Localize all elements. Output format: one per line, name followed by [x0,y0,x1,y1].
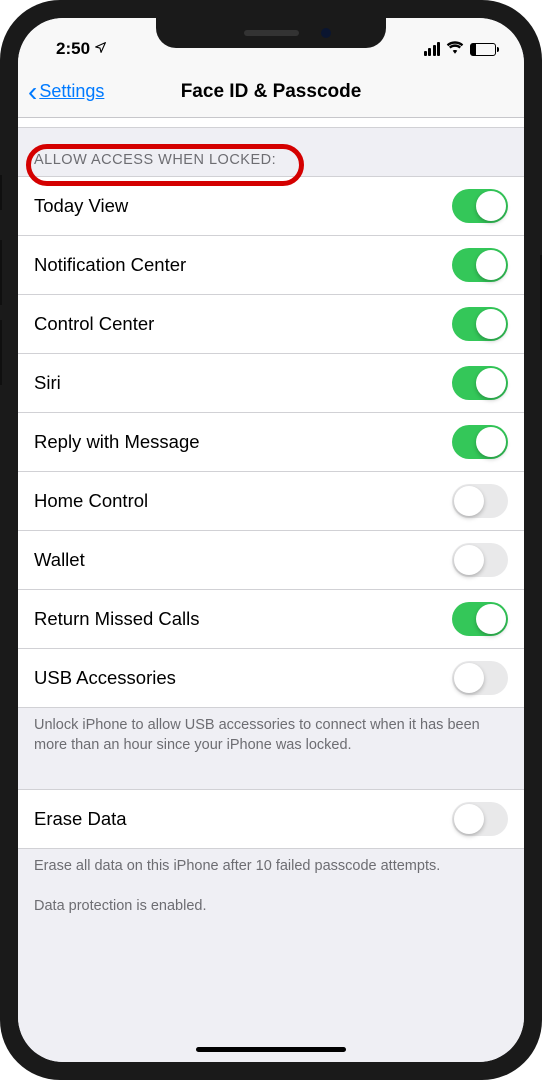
row-home-control: Home Control [18,471,524,530]
notch [156,18,386,48]
row-notification-center: Notification Center [18,235,524,294]
switch-return-missed-calls[interactable] [452,602,508,636]
content-scroll[interactable]: ALLOW ACCESS WHEN LOCKED: Today View Noti… [18,118,524,1062]
section-header-label: ALLOW ACCESS WHEN LOCKED: [34,152,276,168]
row-label: Erase Data [34,808,127,830]
cellular-signal-icon [424,42,441,56]
row-label: Wallet [34,549,85,571]
volume-down-button [0,320,2,385]
section-footer-data-protection: Data protection is enabled. [18,893,524,933]
row-label: Reply with Message [34,431,200,453]
status-time: 2:50 [56,39,90,59]
location-icon [94,41,107,57]
device-frame: 2:50 ‹ Settings Face ID & Passcode [0,0,542,1080]
navigation-bar: ‹ Settings Face ID & Passcode [18,66,524,118]
switch-control-center[interactable] [452,307,508,341]
row-label: Today View [34,195,128,217]
switch-home-control[interactable] [452,484,508,518]
row-control-center: Control Center [18,294,524,353]
row-siri: Siri [18,353,524,412]
back-button[interactable]: ‹ Settings [28,78,104,106]
row-label: USB Accessories [34,667,176,689]
chevron-left-icon: ‹ [28,78,37,106]
truncated-row [18,118,524,128]
section-footer-usb: Unlock iPhone to allow USB accessories t… [18,708,524,771]
row-today-view: Today View [18,176,524,235]
row-label: Siri [34,372,61,394]
row-wallet: Wallet [18,530,524,589]
mute-switch [0,175,2,210]
battery-icon [470,43,496,56]
wifi-icon [446,39,464,59]
screen: 2:50 ‹ Settings Face ID & Passcode [18,18,524,1062]
switch-notification-center[interactable] [452,248,508,282]
switch-reply-with-message[interactable] [452,425,508,459]
section-header-allow-access: ALLOW ACCESS WHEN LOCKED: [18,128,524,176]
row-reply-with-message: Reply with Message [18,412,524,471]
front-camera [321,28,331,38]
switch-today-view[interactable] [452,189,508,223]
switch-siri[interactable] [452,366,508,400]
volume-up-button [0,240,2,305]
row-return-missed-calls: Return Missed Calls [18,589,524,648]
section-footer-erase: Erase all data on this iPhone after 10 f… [18,849,524,893]
page-title: Face ID & Passcode [181,81,362,103]
back-button-label: Settings [39,81,104,102]
speaker-grille [244,30,299,36]
row-label: Home Control [34,490,148,512]
row-usb-accessories: USB Accessories [18,648,524,708]
switch-wallet[interactable] [452,543,508,577]
row-erase-data: Erase Data [18,789,524,849]
switch-usb-accessories[interactable] [452,661,508,695]
row-label: Return Missed Calls [34,608,200,630]
switch-erase-data[interactable] [452,802,508,836]
row-label: Notification Center [34,254,186,276]
home-indicator[interactable] [196,1047,346,1052]
row-label: Control Center [34,313,154,335]
